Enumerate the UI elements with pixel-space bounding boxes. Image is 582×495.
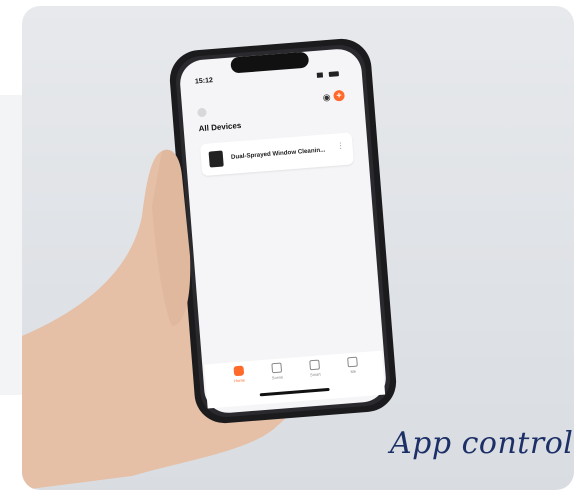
battery-icon <box>329 71 340 78</box>
home-icon <box>233 365 245 377</box>
status-time: 15:12 <box>194 77 214 86</box>
product-image-card: 15:12 ◉ + All Devices Dual-Sprayed Windo… <box>22 6 574 490</box>
tab-scene[interactable]: Scene <box>259 362 294 382</box>
status-icons <box>314 65 345 79</box>
scene-icon <box>271 362 283 374</box>
device-name: Dual-Sprayed Window Cleanin... <box>230 146 326 161</box>
add-device-button[interactable]: + <box>333 89 345 102</box>
more-options-icon[interactable]: ⋮ <box>336 141 345 151</box>
caption-text: App control <box>390 426 574 461</box>
phone-app-screen: 15:12 ◉ + All Devices Dual-Sprayed Windo… <box>184 60 381 402</box>
window-cleaner-icon <box>208 150 224 168</box>
microphone-icon[interactable]: ◉ <box>322 92 331 104</box>
section-title: All Devices <box>198 120 242 134</box>
tab-smart[interactable]: Smart <box>297 359 332 379</box>
tab-home[interactable]: Home <box>222 365 257 385</box>
bottom-tab-bar: Home Scene Smart Me <box>222 356 371 392</box>
menu-icon[interactable] <box>197 107 207 118</box>
smart-icon <box>309 359 320 371</box>
tab-me[interactable]: Me <box>335 356 370 376</box>
signal-icon <box>316 72 324 79</box>
profile-icon <box>347 356 358 368</box>
device-card[interactable]: Dual-Sprayed Window Cleanin... ⋮ <box>199 132 354 177</box>
